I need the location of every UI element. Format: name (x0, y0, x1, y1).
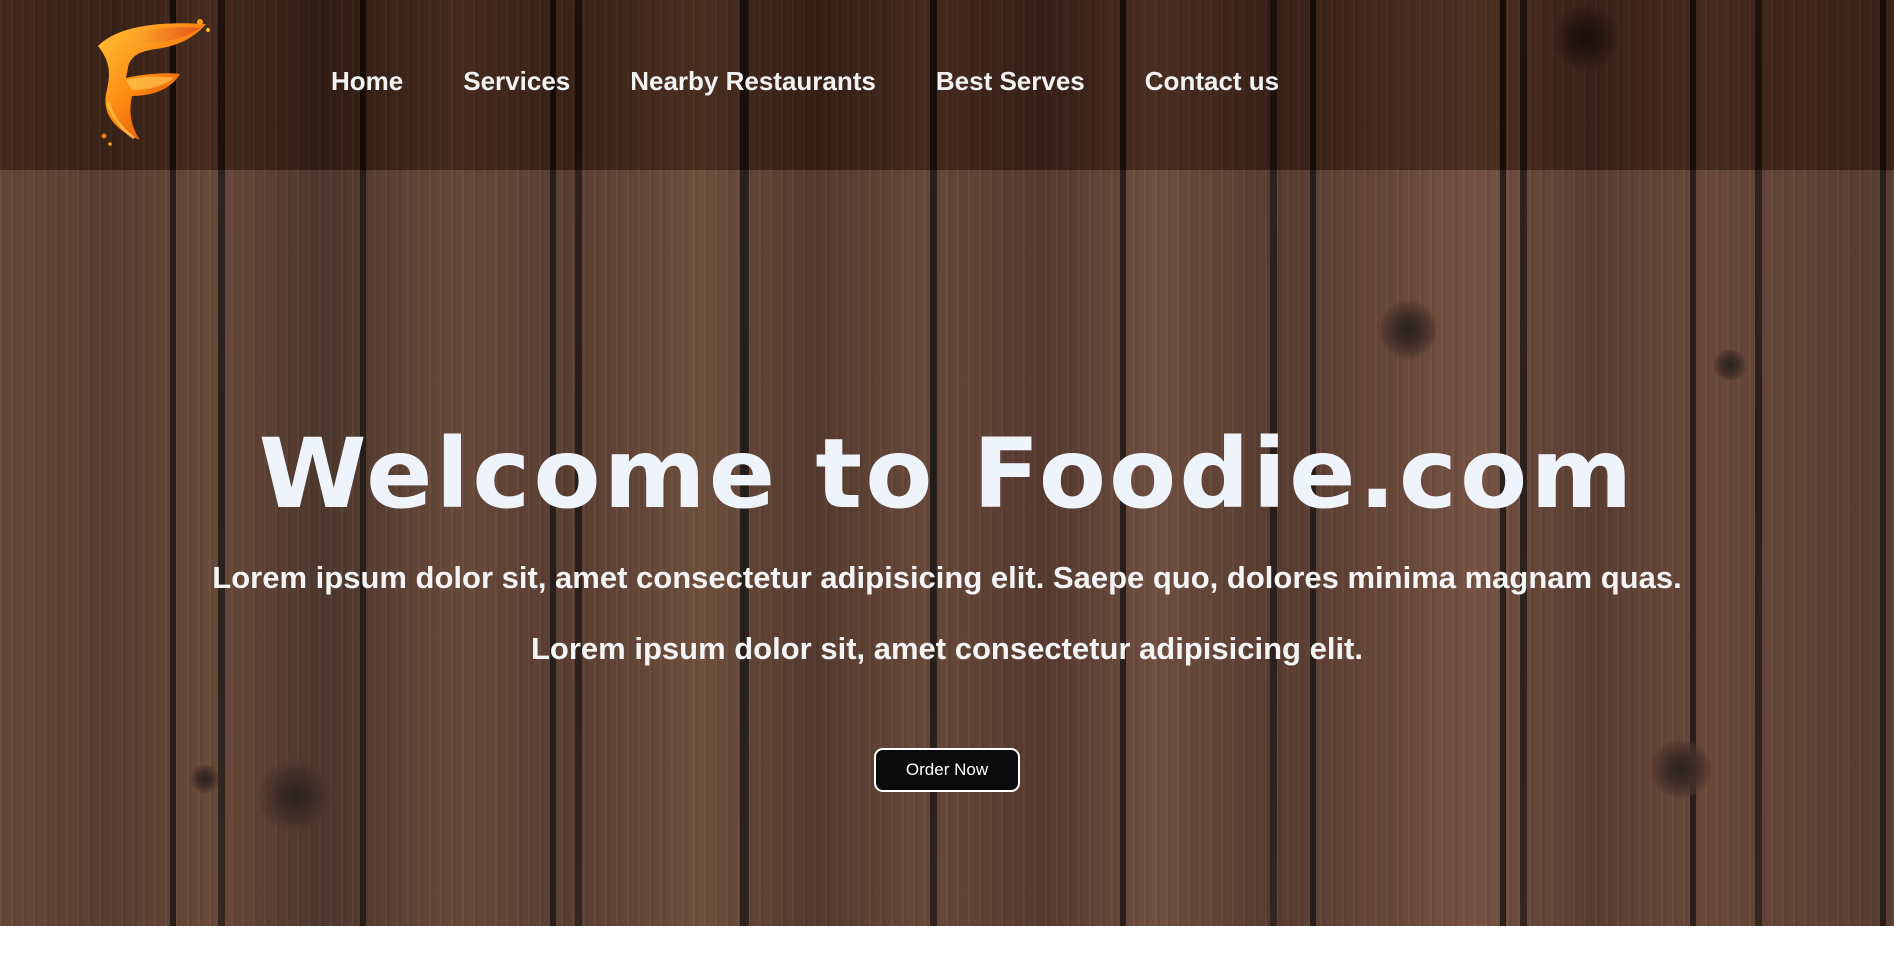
nav-link-best-serves[interactable]: Best Serves (936, 66, 1085, 97)
flame-f-logo-icon (98, 19, 210, 146)
hero-section: Home Services Nearby Restaurants Best Se… (0, 0, 1894, 926)
order-now-button[interactable]: Order Now (874, 748, 1020, 792)
hero-overlay (0, 170, 1894, 926)
hero-subtitle-1: Lorem ipsum dolor sit, amet consectetur … (212, 560, 1682, 595)
foodie-logo[interactable] (88, 16, 214, 148)
navbar: Home Services Nearby Restaurants Best Se… (0, 0, 1894, 170)
nav-links: Home Services Nearby Restaurants Best Se… (331, 66, 1339, 97)
hero-title: Welcome to Foodie.com (258, 418, 1636, 530)
hero-subtitle-2: Lorem ipsum dolor sit, amet consectetur … (530, 631, 1363, 666)
nav-link-contact-us[interactable]: Contact us (1145, 66, 1279, 97)
nav-link-nearby-restaurants[interactable]: Nearby Restaurants (630, 66, 876, 97)
nav-link-home[interactable]: Home (331, 66, 403, 97)
nav-link-services[interactable]: Services (463, 66, 570, 97)
